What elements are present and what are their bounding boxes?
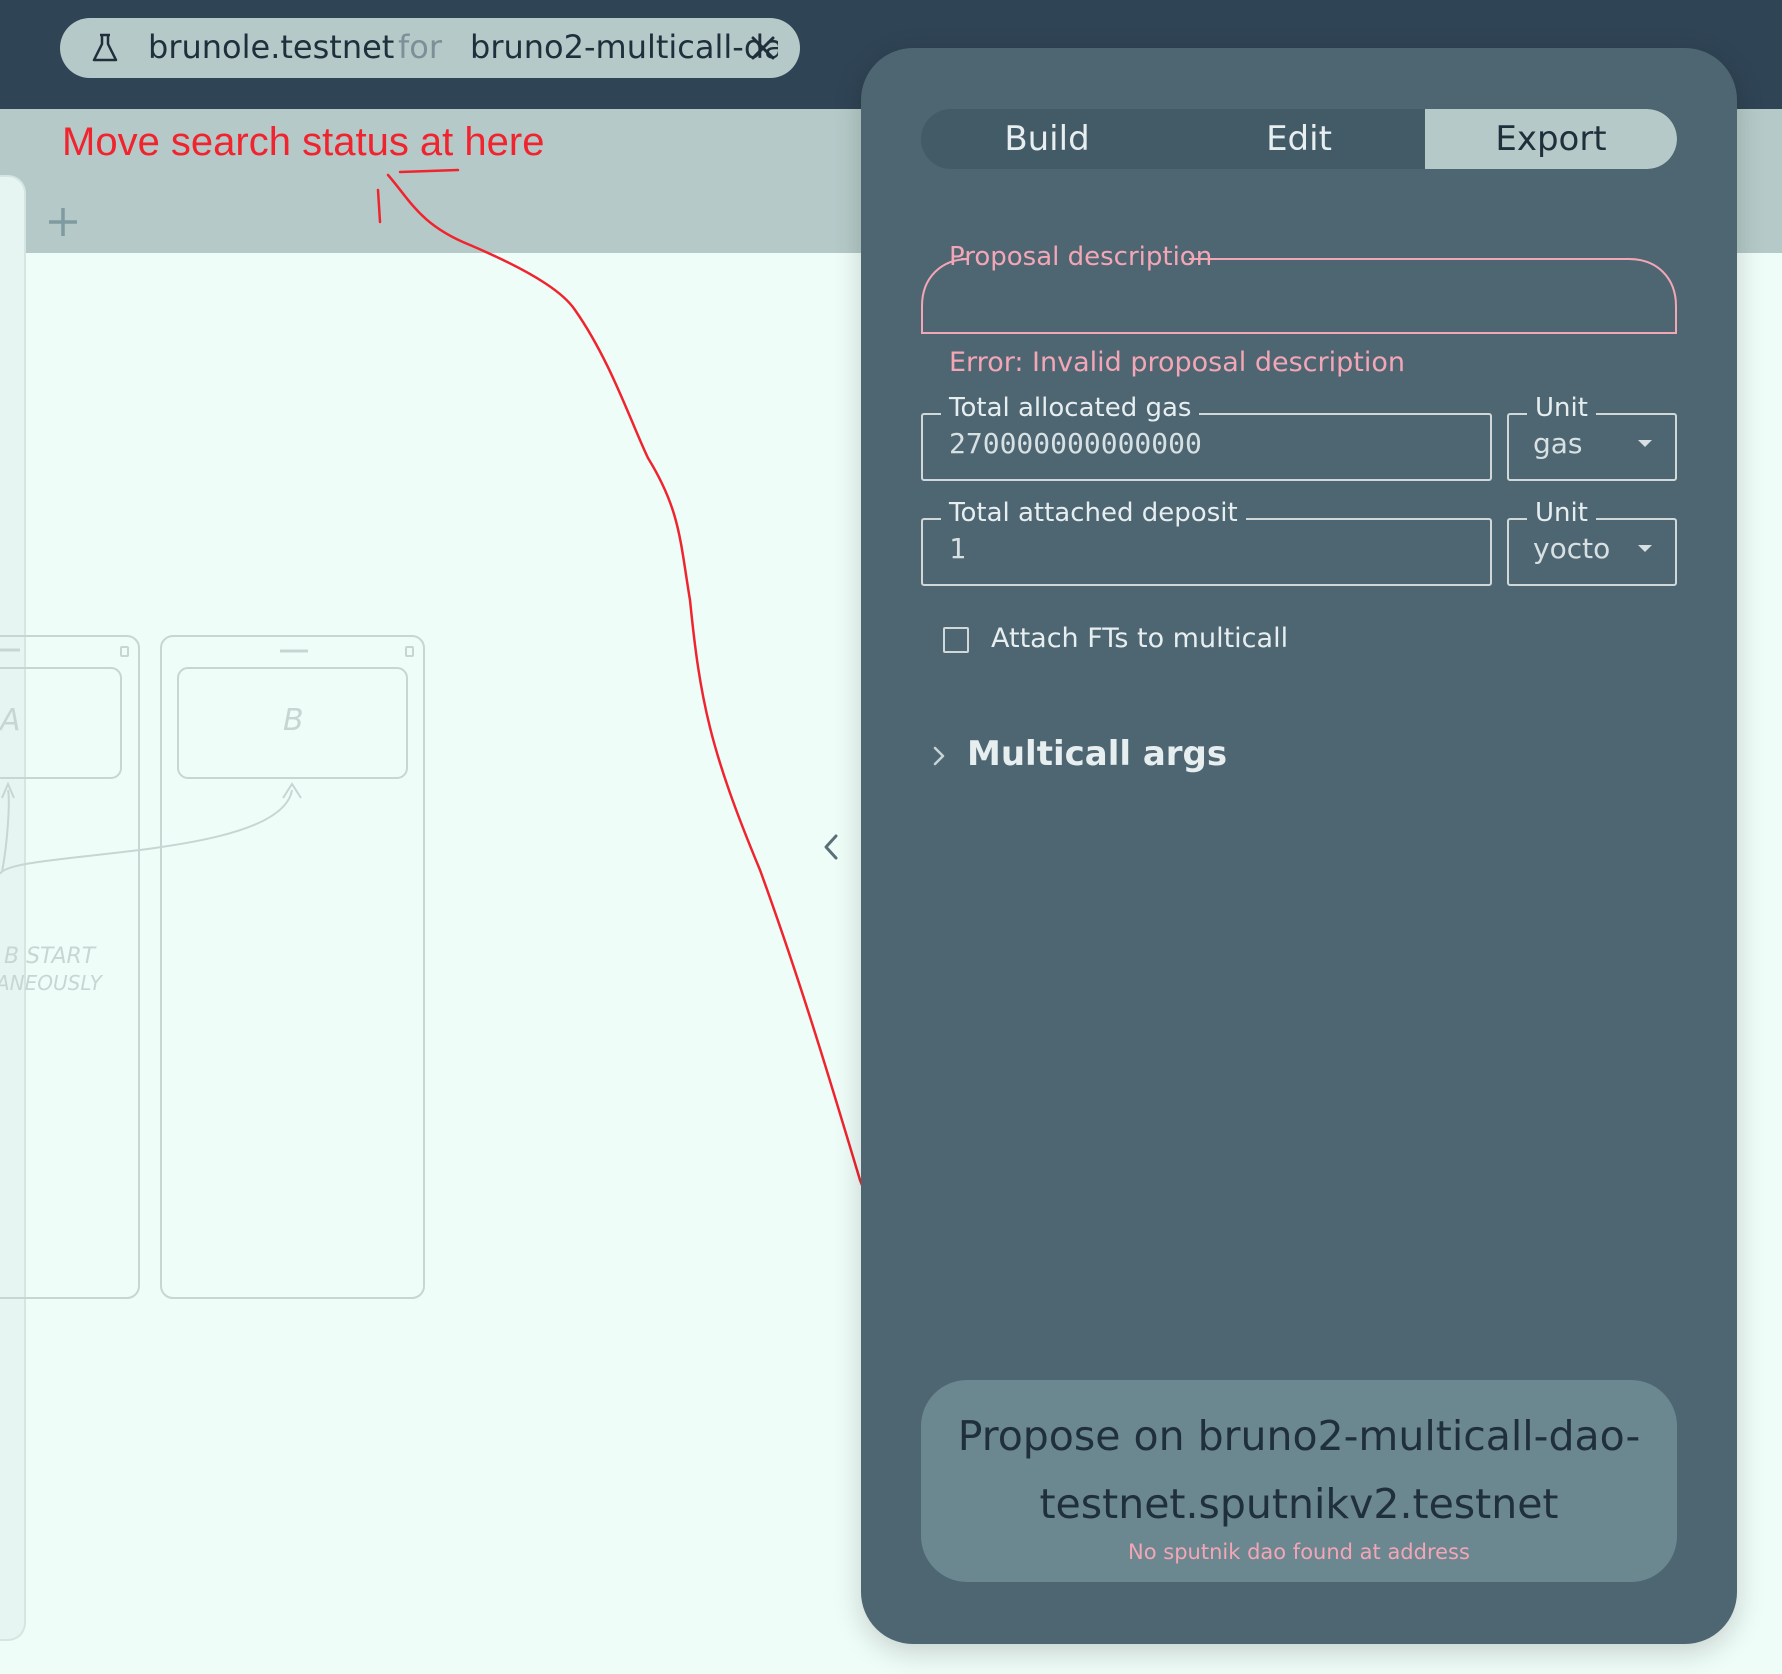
panel-tabs: Build Edit Export	[921, 109, 1677, 169]
propose-button-label: Propose on bruno2-multicall-dao-testnet.…	[957, 1412, 1641, 1528]
propose-button[interactable]: Propose on bruno2-multicall-dao-testnet.…	[921, 1380, 1677, 1582]
total-deposit-field[interactable]: Total attached deposit 1	[921, 498, 1492, 586]
total-gas-label: Total allocated gas	[941, 393, 1200, 423]
add-icon[interactable]	[46, 205, 80, 239]
total-deposit-label: Total attached deposit	[941, 498, 1246, 528]
proposal-description-label: Proposal description	[949, 242, 1213, 272]
tab-edit[interactable]: Edit	[1173, 109, 1425, 169]
multicall-args-label: Multicall args	[967, 734, 1228, 774]
dao-address[interactable]: bruno2-multicall-dao	[470, 28, 778, 66]
left-sidebar-edge	[0, 175, 26, 1641]
task-card-b	[177, 667, 408, 779]
total-gas-value[interactable]: 270000000000000	[949, 427, 1202, 460]
gas-unit-label: Unit	[1527, 393, 1596, 423]
attach-fts-label: Attach FTs to multicall	[991, 623, 1289, 654]
caret-down-icon	[1638, 545, 1652, 552]
chevron-left-icon[interactable]	[818, 830, 844, 864]
checkbox-box[interactable]	[943, 627, 969, 653]
export-panel: Build Edit Export Proposal description E…	[861, 48, 1737, 1644]
field-outline	[921, 518, 1492, 586]
deposit-unit-label: Unit	[1527, 498, 1596, 528]
proposal-description-field[interactable]: Proposal description	[921, 242, 1677, 334]
tab-export[interactable]: Export	[1425, 109, 1677, 169]
for-label: for	[398, 28, 442, 66]
total-deposit-value[interactable]: 1	[949, 532, 966, 565]
gas-unit-select[interactable]: Unit gas	[1507, 393, 1677, 481]
propose-status: No sputnik dao found at address	[1128, 1540, 1470, 1564]
tab-build[interactable]: Build	[921, 109, 1173, 169]
flask-icon	[92, 33, 118, 62]
user-account: brunole.testnet	[148, 28, 395, 66]
close-icon[interactable]	[748, 32, 778, 64]
total-gas-field[interactable]: Total allocated gas 270000000000000	[921, 393, 1492, 481]
flow-arrow	[0, 789, 293, 875]
proposal-description-error: Error: Invalid proposal description	[949, 347, 1405, 378]
task-label-b: B	[283, 703, 304, 738]
address-bar[interactable]: brunole.testnet for bruno2-multicall-dao	[60, 18, 800, 78]
deposit-unit-value: yocto	[1533, 532, 1611, 565]
caret-down-icon	[1638, 440, 1652, 447]
chevron-right-icon	[933, 746, 945, 766]
gas-unit-value: gas	[1533, 427, 1583, 460]
task-column-b	[160, 635, 425, 1299]
annotation-text: Move search status at here	[62, 120, 545, 164]
deposit-unit-select[interactable]: Unit yocto	[1507, 498, 1677, 586]
